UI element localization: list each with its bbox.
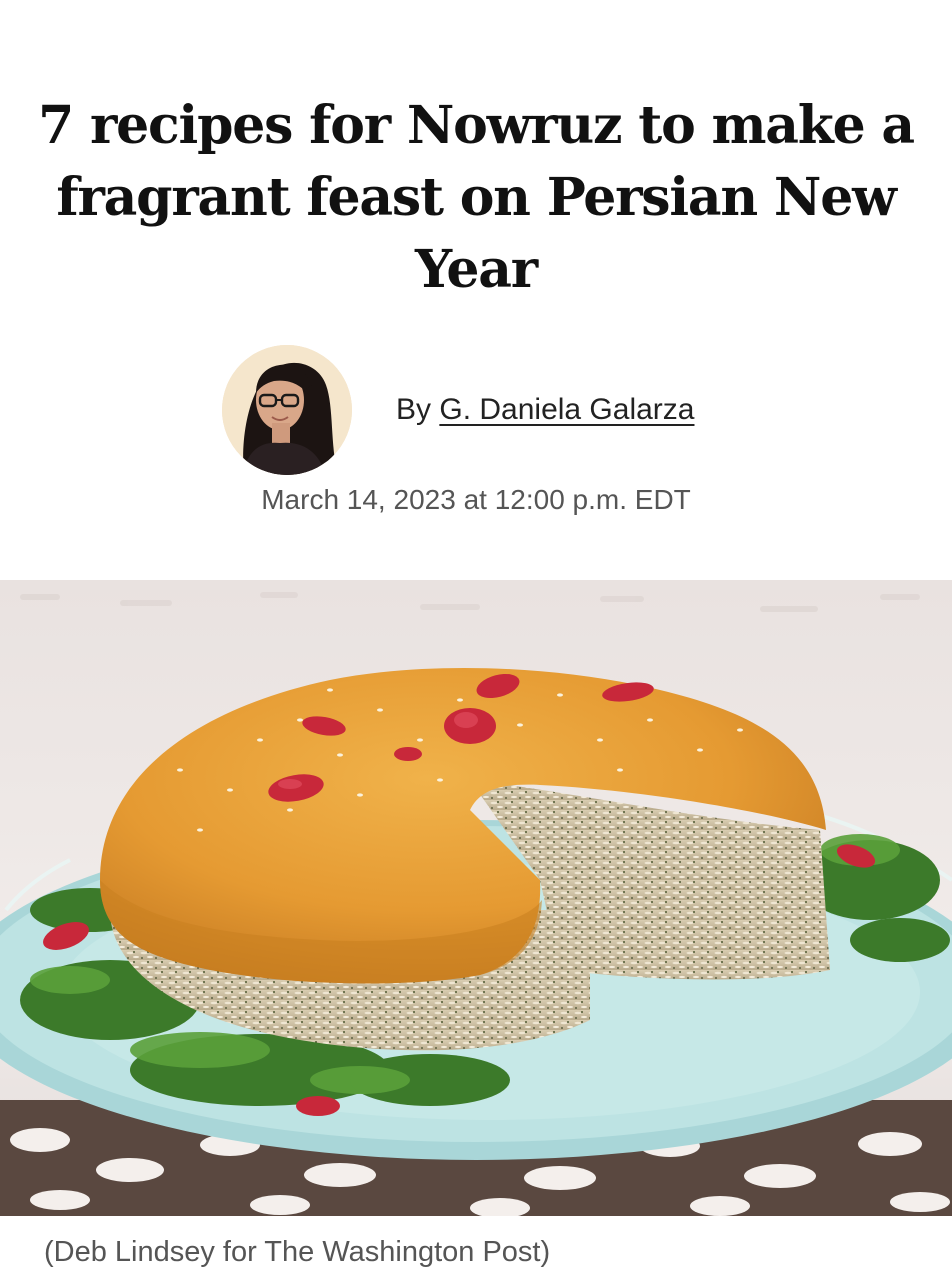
byline-prefix: By: [396, 393, 432, 426]
article-page: 7 recipes for Nowruz to make a fragrant …: [0, 0, 952, 1280]
author-portrait-icon: [222, 345, 352, 475]
headline: 7 recipes for Nowruz to make a fragrant …: [38, 95, 915, 300]
byline-row: By G. Daniela Galarza: [222, 345, 694, 475]
author-avatar[interactable]: [222, 345, 352, 475]
rice-cake-photo-icon: [0, 580, 952, 1216]
author-link[interactable]: G. Daniela Galarza: [439, 393, 694, 426]
hero-image[interactable]: [0, 580, 952, 1216]
byline: By G. Daniela Galarza: [396, 393, 694, 427]
publish-timestamp: March 14, 2023 at 12:00 p.m. EDT: [261, 484, 691, 515]
photo-caption: (Deb Lindsey for The Washington Post): [44, 1236, 551, 1268]
